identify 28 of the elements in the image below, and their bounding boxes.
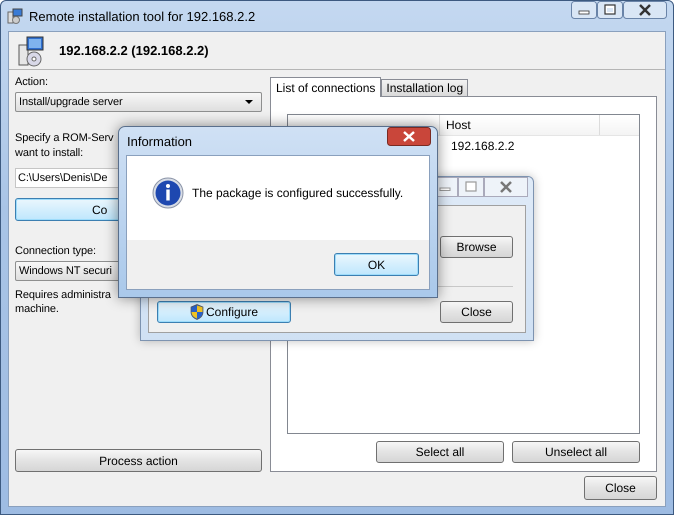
close-button[interactable]: Close xyxy=(584,476,657,500)
message-text: The package is configured successfully. xyxy=(192,186,404,200)
action-dropdown[interactable]: Install/upgrade server xyxy=(15,92,262,112)
tab[interactable]: List of connections xyxy=(270,77,382,97)
close-icon[interactable] xyxy=(387,127,431,146)
select-all-button[interactable]: Select all xyxy=(376,441,504,463)
connection-type-label: Connection type: xyxy=(15,245,96,257)
shield-icon xyxy=(190,304,204,320)
maximize-icon[interactable] xyxy=(597,1,623,19)
close-button[interactable]: Close xyxy=(440,301,513,323)
window-title: Remote installation tool for 192.168.2.2 xyxy=(29,8,256,24)
information-icon xyxy=(152,177,184,209)
ok-button[interactable]: OK xyxy=(334,253,419,276)
requirement-note: Requires administra machine. xyxy=(15,288,111,316)
dialog-title: Information xyxy=(127,134,192,149)
process-action-button[interactable]: Process action xyxy=(15,449,262,472)
dropdown-arrow-icon xyxy=(245,100,253,104)
rom-server-prompt: Specify a ROM-Serv want to install: xyxy=(15,131,114,161)
host-cell-text: 192.168.2.2 xyxy=(450,138,514,152)
installer-icon xyxy=(7,8,23,24)
header-title: 192.168.2.2 (192.168.2.2) xyxy=(59,43,209,58)
action-label: Action: xyxy=(15,76,48,88)
unselect-all-button[interactable]: Unselect all xyxy=(512,441,640,463)
minimize-icon[interactable] xyxy=(571,1,597,19)
browse-button[interactable]: Browse xyxy=(440,236,513,258)
close-icon[interactable] xyxy=(623,1,667,19)
tab[interactable]: Installation log xyxy=(381,79,468,96)
configure-button[interactable]: Configure xyxy=(157,301,291,323)
